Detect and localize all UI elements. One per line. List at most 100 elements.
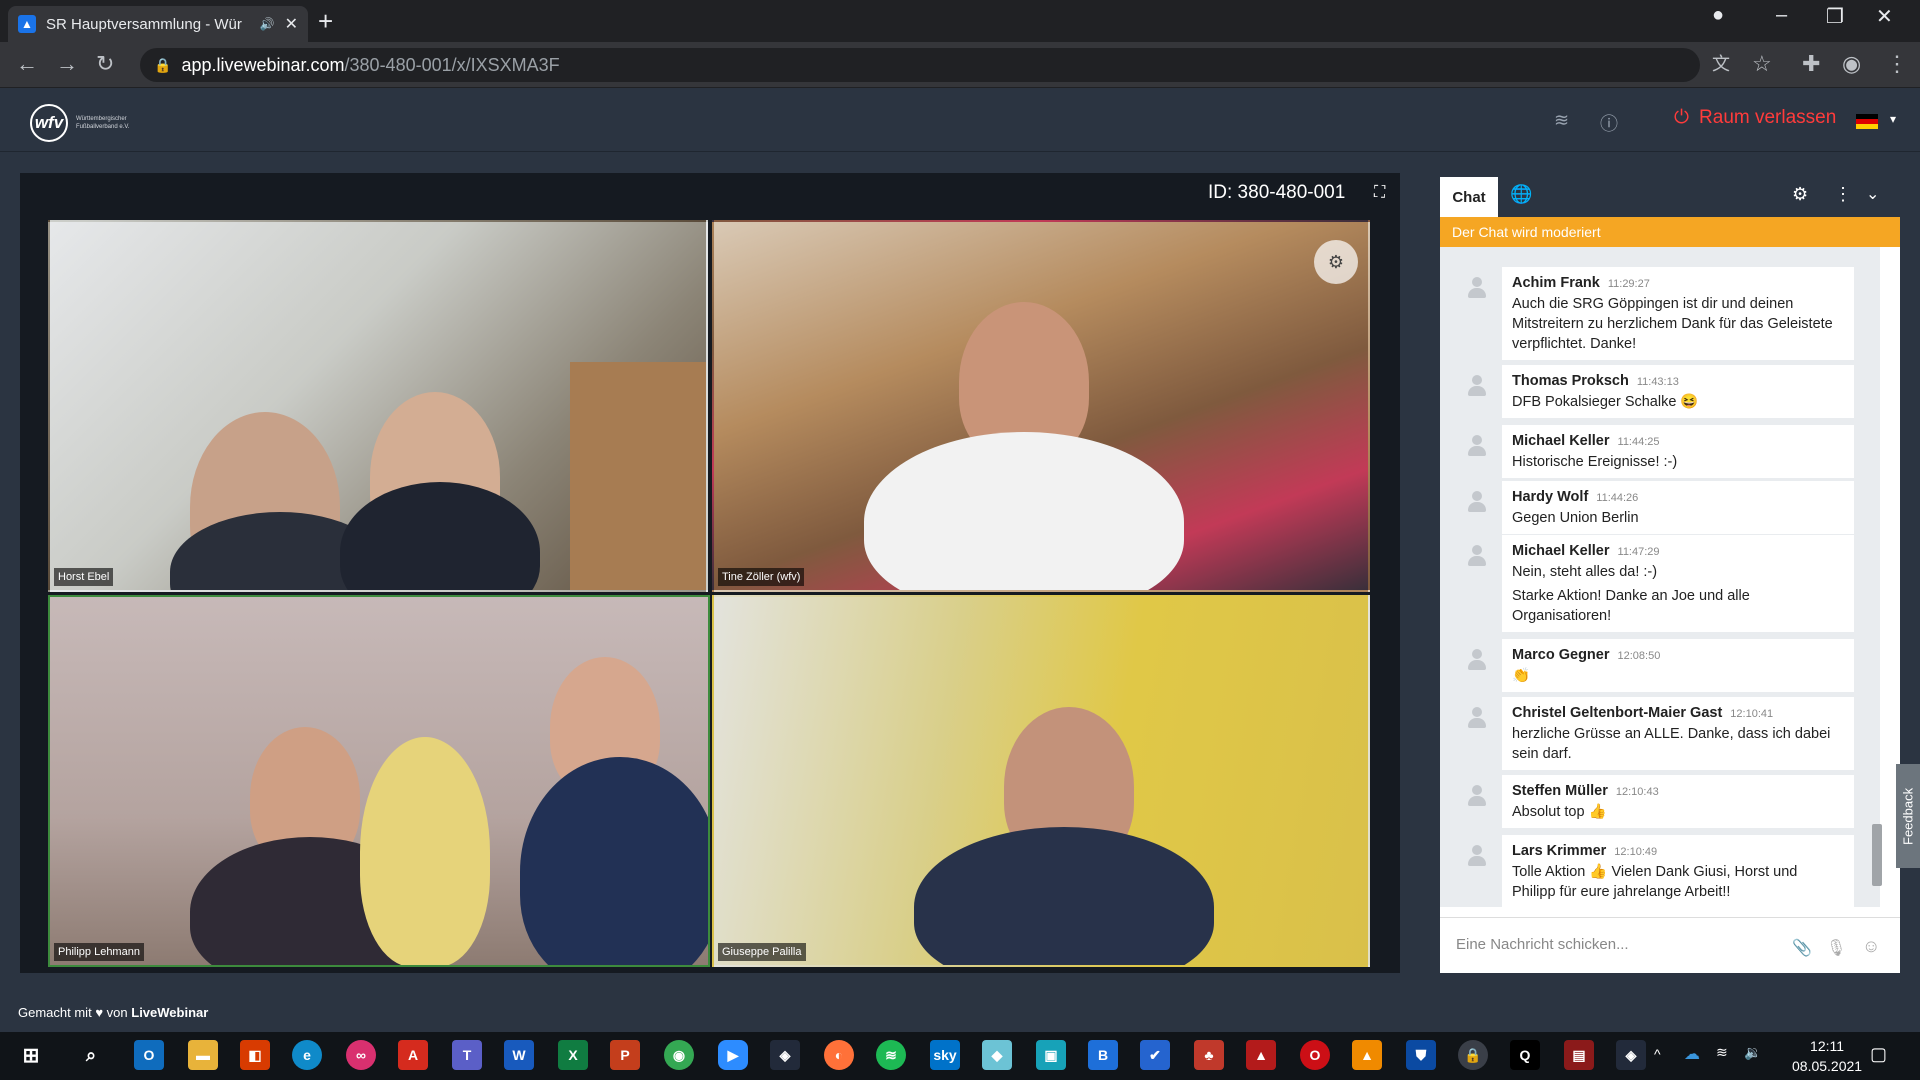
- tile-label: Horst Ebel: [54, 568, 114, 586]
- app-icon-3[interactable]: B: [1088, 1040, 1118, 1070]
- chrome-icon[interactable]: ◉: [664, 1040, 694, 1070]
- user-avatar-icon: [1466, 491, 1488, 513]
- user-avatar-icon: [1466, 375, 1488, 397]
- taskbar-clock[interactable]: 12:11 08.05.2021: [1792, 1036, 1862, 1076]
- app-header: [0, 88, 1920, 152]
- attach-icon[interactable]: 📎: [1792, 938, 1812, 958]
- fullscreen-icon[interactable]: ⛶: [1374, 184, 1385, 202]
- user-avatar-icon: [1466, 277, 1488, 299]
- video-tile-1[interactable]: Horst Ebel: [48, 220, 708, 592]
- user-avatar-icon: [1466, 435, 1488, 457]
- file-explorer-icon[interactable]: ▬: [188, 1040, 218, 1070]
- bookmark-star-icon[interactable]: ☆: [1752, 52, 1772, 76]
- excel-icon[interactable]: X: [558, 1040, 588, 1070]
- heart-icon: ♥: [95, 1005, 104, 1020]
- sky-icon[interactable]: sky: [930, 1040, 960, 1070]
- windows-start-icon[interactable]: ⊞: [16, 1040, 46, 1070]
- chat-message: Steffen Müller 12:10:43 Absolut top 👍: [1502, 775, 1854, 828]
- connection-signal-icon[interactable]: ≋: [1554, 110, 1569, 131]
- browser-tab[interactable]: ▲ SR Hauptversammlung - Wür 🔊 ✕: [8, 6, 308, 42]
- teams-icon[interactable]: T: [452, 1040, 482, 1070]
- back-icon[interactable]: ←: [16, 52, 38, 76]
- tab-chat[interactable]: Chat: [1440, 177, 1498, 217]
- url-field[interactable]: 🔒 app.livewebinar.com/380-480-001/x/IXSX…: [140, 48, 1700, 82]
- tab-close-icon[interactable]: ✕: [285, 14, 298, 34]
- user-avatar-icon: [1466, 785, 1488, 807]
- app-icon-6[interactable]: ⛊: [1406, 1040, 1436, 1070]
- vlc-icon[interactable]: ▲: [1352, 1040, 1382, 1070]
- tab-title: SR Hauptversammlung - Wür: [46, 15, 242, 33]
- app-icon-9[interactable]: ◈: [1616, 1040, 1646, 1070]
- participants-icon[interactable]: 🌐: [1510, 184, 1532, 205]
- url-host: app.livewebinar.com: [181, 54, 345, 75]
- reload-icon[interactable]: ↻: [96, 52, 114, 76]
- emoji-icon[interactable]: ☺: [1862, 936, 1880, 957]
- logo-subtitle: Württembergischer Fußballverband e.V.: [76, 116, 130, 130]
- creative-cloud-icon[interactable]: ∞: [346, 1040, 376, 1070]
- wfv-logo: wfv Württembergischer Fußballverband e.V…: [30, 104, 148, 142]
- chat-settings-icon[interactable]: ⚙: [1792, 184, 1808, 205]
- user-avatar-icon: [1466, 649, 1488, 671]
- close-window-icon[interactable]: ✕: [1876, 4, 1893, 29]
- browser-menu-icon[interactable]: ⋮: [1886, 52, 1908, 76]
- office-icon[interactable]: ◧: [240, 1040, 270, 1070]
- tile-settings-icon[interactable]: ⚙: [1314, 240, 1358, 284]
- app-icon-4[interactable]: ♣: [1194, 1040, 1224, 1070]
- video-tile-2[interactable]: ⚙ Tine Zöller (wfv): [712, 220, 1370, 592]
- todo-icon[interactable]: ✔: [1140, 1040, 1170, 1070]
- tab-favicon-icon: ▲: [18, 15, 36, 33]
- firefox-icon[interactable]: ◐: [824, 1040, 854, 1070]
- video-tile-3[interactable]: Philipp Lehmann: [48, 595, 710, 967]
- chat-collapse-icon[interactable]: ⌄: [1866, 184, 1879, 204]
- tray-chevron-icon[interactable]: ^: [1654, 1046, 1661, 1062]
- wifi-icon[interactable]: ≋: [1716, 1044, 1728, 1061]
- language-chevron-icon[interactable]: ▾: [1890, 112, 1896, 126]
- chat-message: Marco Gegner 12:08:50 👏: [1502, 639, 1854, 692]
- zoom-icon[interactable]: ▶: [718, 1040, 748, 1070]
- outlook-icon[interactable]: O: [134, 1040, 164, 1070]
- power-icon: ⏻: [1674, 107, 1690, 128]
- powerpoint-icon[interactable]: P: [610, 1040, 640, 1070]
- chat-scrollbar[interactable]: [1870, 260, 1884, 900]
- profile-avatar-icon[interactable]: ◉: [1842, 52, 1861, 76]
- feedback-button[interactable]: Feedback: [1896, 764, 1920, 868]
- app-icon-2[interactable]: ▣: [1036, 1040, 1066, 1070]
- info-icon[interactable]: ⓘ: [1600, 110, 1618, 136]
- edge-icon[interactable]: e: [292, 1040, 322, 1070]
- language-flag-icon[interactable]: [1856, 114, 1878, 129]
- word-icon[interactable]: W: [504, 1040, 534, 1070]
- spotify-icon[interactable]: ≋: [876, 1040, 906, 1070]
- tab-audio-icon[interactable]: 🔊: [260, 17, 275, 31]
- video-tile-4[interactable]: Giuseppe Palilla: [712, 595, 1370, 967]
- chat-more-icon[interactable]: ⋮: [1834, 184, 1852, 205]
- microphone-icon[interactable]: 🎙: [1826, 938, 1846, 958]
- translate-icon[interactable]: 文: [1712, 52, 1730, 76]
- chat-message: Achim Frank 11:29:27 Auch die SRG Göppinge…: [1502, 267, 1854, 360]
- vpn-icon[interactable]: 🔒: [1458, 1040, 1488, 1070]
- maximize-icon[interactable]: ❐: [1826, 4, 1844, 29]
- search-icon[interactable]: ⌕: [76, 1040, 106, 1070]
- app-icon-1[interactable]: ◆: [982, 1040, 1012, 1070]
- leave-room-button[interactable]: ⏻ Raum verlassen: [1674, 107, 1836, 129]
- acrobat-icon[interactable]: A: [398, 1040, 428, 1070]
- user-avatar-icon: [1466, 545, 1488, 567]
- chat-input-placeholder: Eine Nachricht schicken...: [1456, 936, 1629, 953]
- new-tab-icon[interactable]: +: [318, 6, 333, 36]
- notifications-icon[interactable]: ▢: [1870, 1044, 1887, 1065]
- volume-icon[interactable]: 🔉: [1744, 1044, 1761, 1061]
- app-icon-5[interactable]: ▲: [1246, 1040, 1276, 1070]
- profile-menu-icon[interactable]: ●: [1712, 4, 1724, 27]
- livewebinar-icon[interactable]: ◈: [770, 1040, 800, 1070]
- onedrive-icon[interactable]: ☁: [1684, 1044, 1700, 1064]
- extensions-icon[interactable]: ✚: [1802, 52, 1820, 76]
- opera-icon[interactable]: O: [1300, 1040, 1330, 1070]
- chat-message: Hardy Wolf 11:44:26 Gegen Union Berlin: [1502, 481, 1854, 534]
- minimize-icon[interactable]: –: [1776, 4, 1787, 27]
- forward-icon[interactable]: →: [56, 52, 78, 76]
- app-icon-7[interactable]: Q: [1510, 1040, 1540, 1070]
- chat-message: Christel Geltenbort-Maier Gast 12:10:41 he…: [1502, 697, 1854, 770]
- url-path: /380-480-001/x/IXSXMA3F: [344, 54, 560, 75]
- app-icon-8[interactable]: ▤: [1564, 1040, 1594, 1070]
- tile-label: Giuseppe Palilla: [718, 943, 806, 961]
- chat-header: [1440, 173, 1900, 217]
